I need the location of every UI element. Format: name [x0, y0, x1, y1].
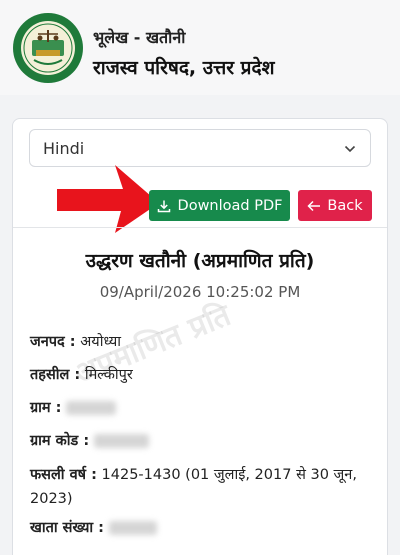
download-pdf-label: Download PDF [177, 197, 283, 214]
field-value: मिल्कीपुर [84, 367, 133, 383]
field-label: ग्राम कोड : [30, 433, 90, 449]
download-icon [157, 200, 170, 212]
field-tehsil: तहसील : मिल्कीपुर [30, 364, 133, 384]
document-title: उद्धरण खतौनी (अप्रमाणित प्रति) [85, 250, 315, 272]
header-subtitle: भूलेख - खतौनी [93, 28, 186, 47]
field-gram: ग्राम : [30, 397, 117, 417]
header-title: राजस्व परिषद, उत्तर प्रदेश [93, 57, 275, 79]
rajasv-parishad-logo [13, 13, 83, 83]
field-value: अयोध्या [80, 334, 122, 350]
pointer-arrow-icon [57, 165, 159, 233]
language-select-value: Hindi [43, 138, 85, 158]
field-label: जनपद : [30, 334, 76, 350]
download-pdf-button[interactable]: Download PDF [149, 190, 290, 221]
section-divider [13, 227, 387, 228]
redacted-value [108, 521, 157, 535]
field-gram-code: ग्राम कोड : [30, 430, 149, 450]
field-label: ग्राम : [30, 400, 62, 416]
field-fasli-varsh: फसली वर्ष : 1425-1430 (01 जुलाई, 2017 से… [30, 463, 370, 511]
field-khata-sankhya: खाता संख्या : [30, 517, 157, 537]
back-label: Back [327, 197, 363, 214]
app-header: भूलेख - खतौनी राजस्व परिषद, उत्तर प्रदेश [0, 0, 400, 95]
khatauni-card: Hindi Download PDF Back उद्धरण खतौनी (अप… [12, 118, 388, 555]
back-button[interactable]: Back [298, 190, 372, 221]
arrow-left-icon [307, 200, 321, 211]
field-janpad: जनपद : अयोध्या [30, 331, 121, 351]
redacted-value [66, 401, 117, 415]
field-label: खाता संख्या : [30, 520, 104, 536]
redacted-value [93, 434, 149, 448]
document-datetime: 09/April/2026 10:25:02 PM [99, 283, 301, 301]
field-label: तहसील : [30, 367, 81, 383]
field-label: फसली वर्ष : [30, 467, 97, 483]
chevron-down-icon [344, 145, 356, 153]
